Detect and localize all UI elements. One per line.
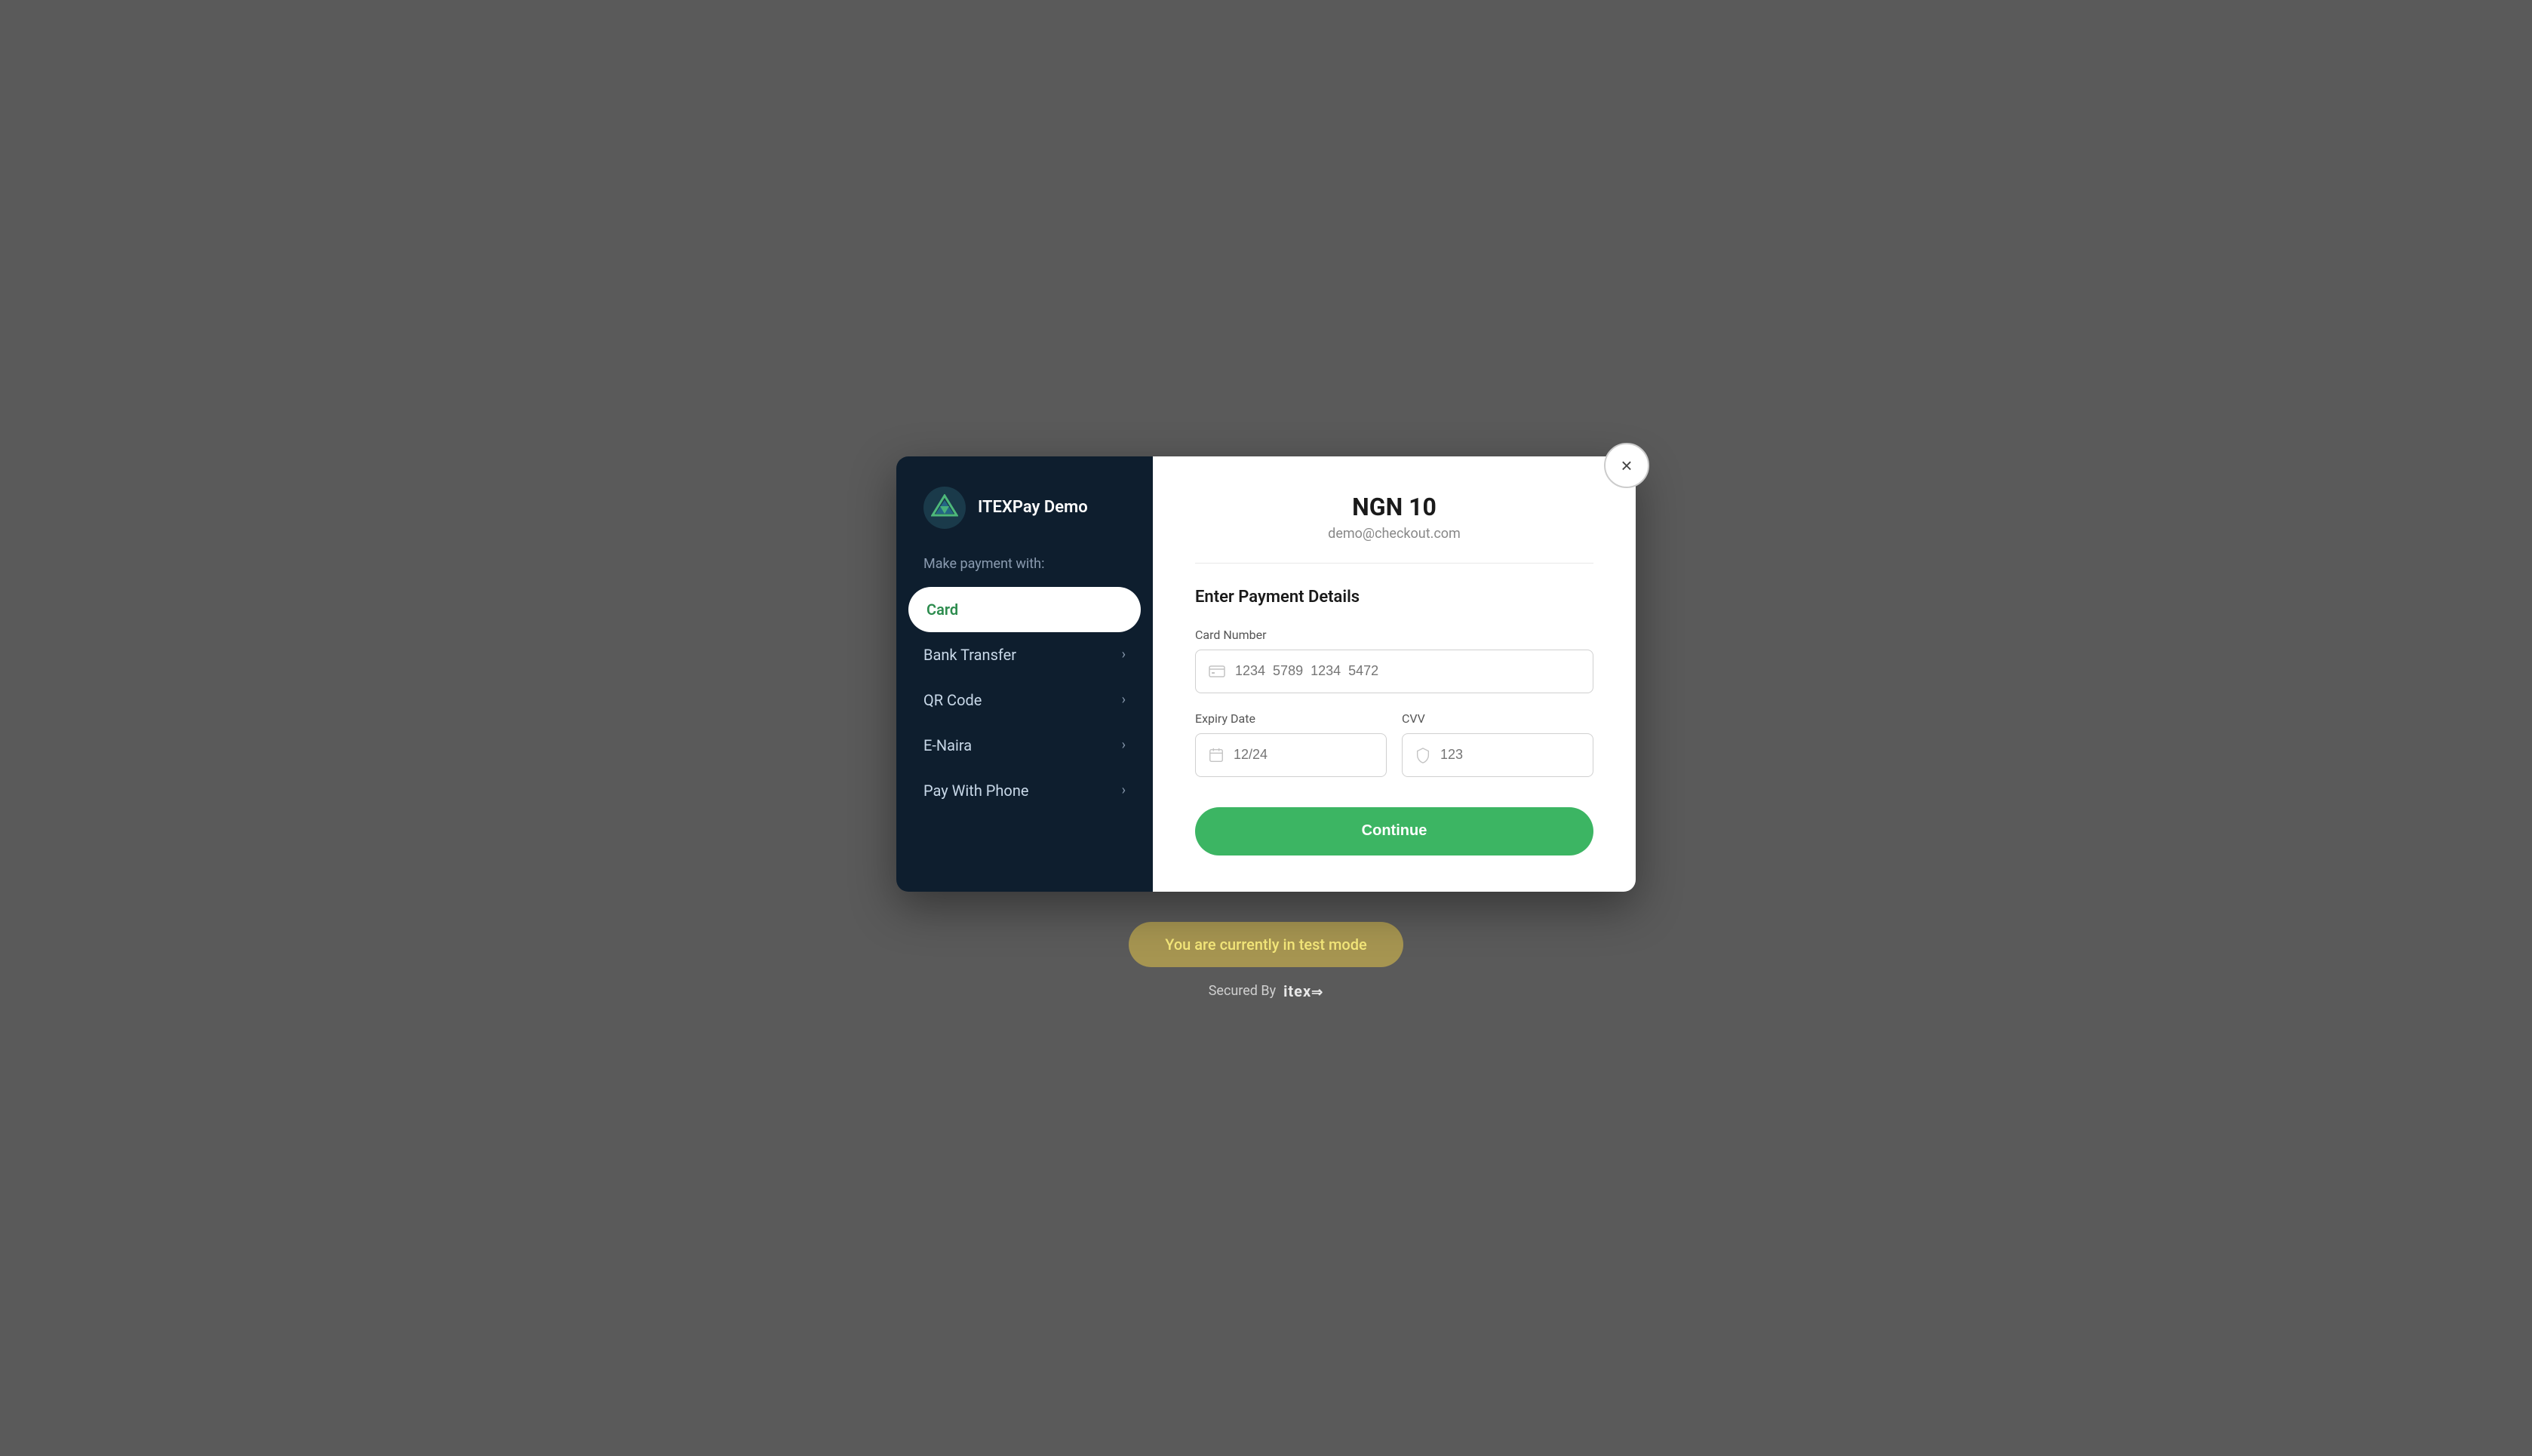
modal-wrapper: × ITEXPay Demo Make payment with: [896,456,1636,892]
shield-icon [1415,747,1431,763]
secured-by: Secured By itex⇒ [1209,982,1324,1000]
nav-item-qr-code[interactable]: QR Code › [896,677,1153,723]
card-icon [1208,662,1226,680]
payment-modal: ITEXPay Demo Make payment with: Card Ban… [896,456,1636,892]
chevron-icon: › [1122,647,1126,662]
page-center: × ITEXPay Demo Make payment with: [896,456,1636,1000]
expiry-label: Expiry Date [1195,711,1387,726]
payment-amount: NGN 10 [1195,493,1593,521]
brand-name: ITEXPay Demo [978,498,1088,517]
calendar-icon [1208,747,1225,763]
row-inputs: Expiry Date CVV [1195,711,1593,795]
itex-logo: itex⇒ [1283,982,1323,1000]
nav-label-bank-transfer: Bank Transfer [923,646,1016,664]
make-payment-label: Make payment with: [896,556,1153,587]
expiry-group: Expiry Date [1195,711,1387,777]
nav-label-qr-code: QR Code [923,691,982,709]
card-number-label: Card Number [1195,628,1593,642]
continue-button[interactable]: Continue [1195,807,1593,855]
nav-label-card: Card [926,601,958,619]
sidebar: ITEXPay Demo Make payment with: Card Ban… [896,456,1153,892]
cvv-group: CVV [1402,711,1593,777]
nav-item-e-naira[interactable]: E-Naira › [896,723,1153,768]
footer: You are currently in test mode Secured B… [1129,922,1403,1000]
cvv-label: CVV [1402,711,1593,726]
nav-label-e-naira: E-Naira [923,736,972,754]
expiry-input-wrapper [1195,733,1387,777]
card-number-input[interactable] [1235,663,1581,679]
brand-logo [923,487,966,529]
card-number-group: Card Number [1195,628,1593,693]
card-number-input-wrapper [1195,650,1593,693]
brand-section: ITEXPay Demo [896,487,1153,556]
itex-arrow-icon: ⇒ [1311,984,1323,1000]
payment-content: NGN 10 demo@checkout.com Enter Payment D… [1153,456,1636,892]
nav-item-bank-transfer[interactable]: Bank Transfer › [896,632,1153,677]
secured-by-label: Secured By [1209,983,1276,999]
close-icon: × [1621,456,1632,475]
nav-item-card[interactable]: Card [908,587,1141,632]
amount-section: NGN 10 demo@checkout.com [1195,493,1593,564]
close-button[interactable]: × [1604,443,1649,488]
nav-item-pay-with-phone[interactable]: Pay With Phone › [896,768,1153,813]
nav-label-pay-with-phone: Pay With Phone [923,782,1028,800]
test-mode-banner: You are currently in test mode [1129,922,1403,967]
expiry-input[interactable] [1234,747,1374,763]
itex-brand-name: itex [1283,982,1311,1000]
chevron-icon: › [1122,692,1126,708]
chevron-icon: › [1122,737,1126,753]
payment-email: demo@checkout.com [1195,526,1593,542]
cvv-input-wrapper [1402,733,1593,777]
cvv-input[interactable] [1440,747,1581,763]
chevron-icon: › [1122,782,1126,798]
section-title: Enter Payment Details [1195,588,1593,607]
